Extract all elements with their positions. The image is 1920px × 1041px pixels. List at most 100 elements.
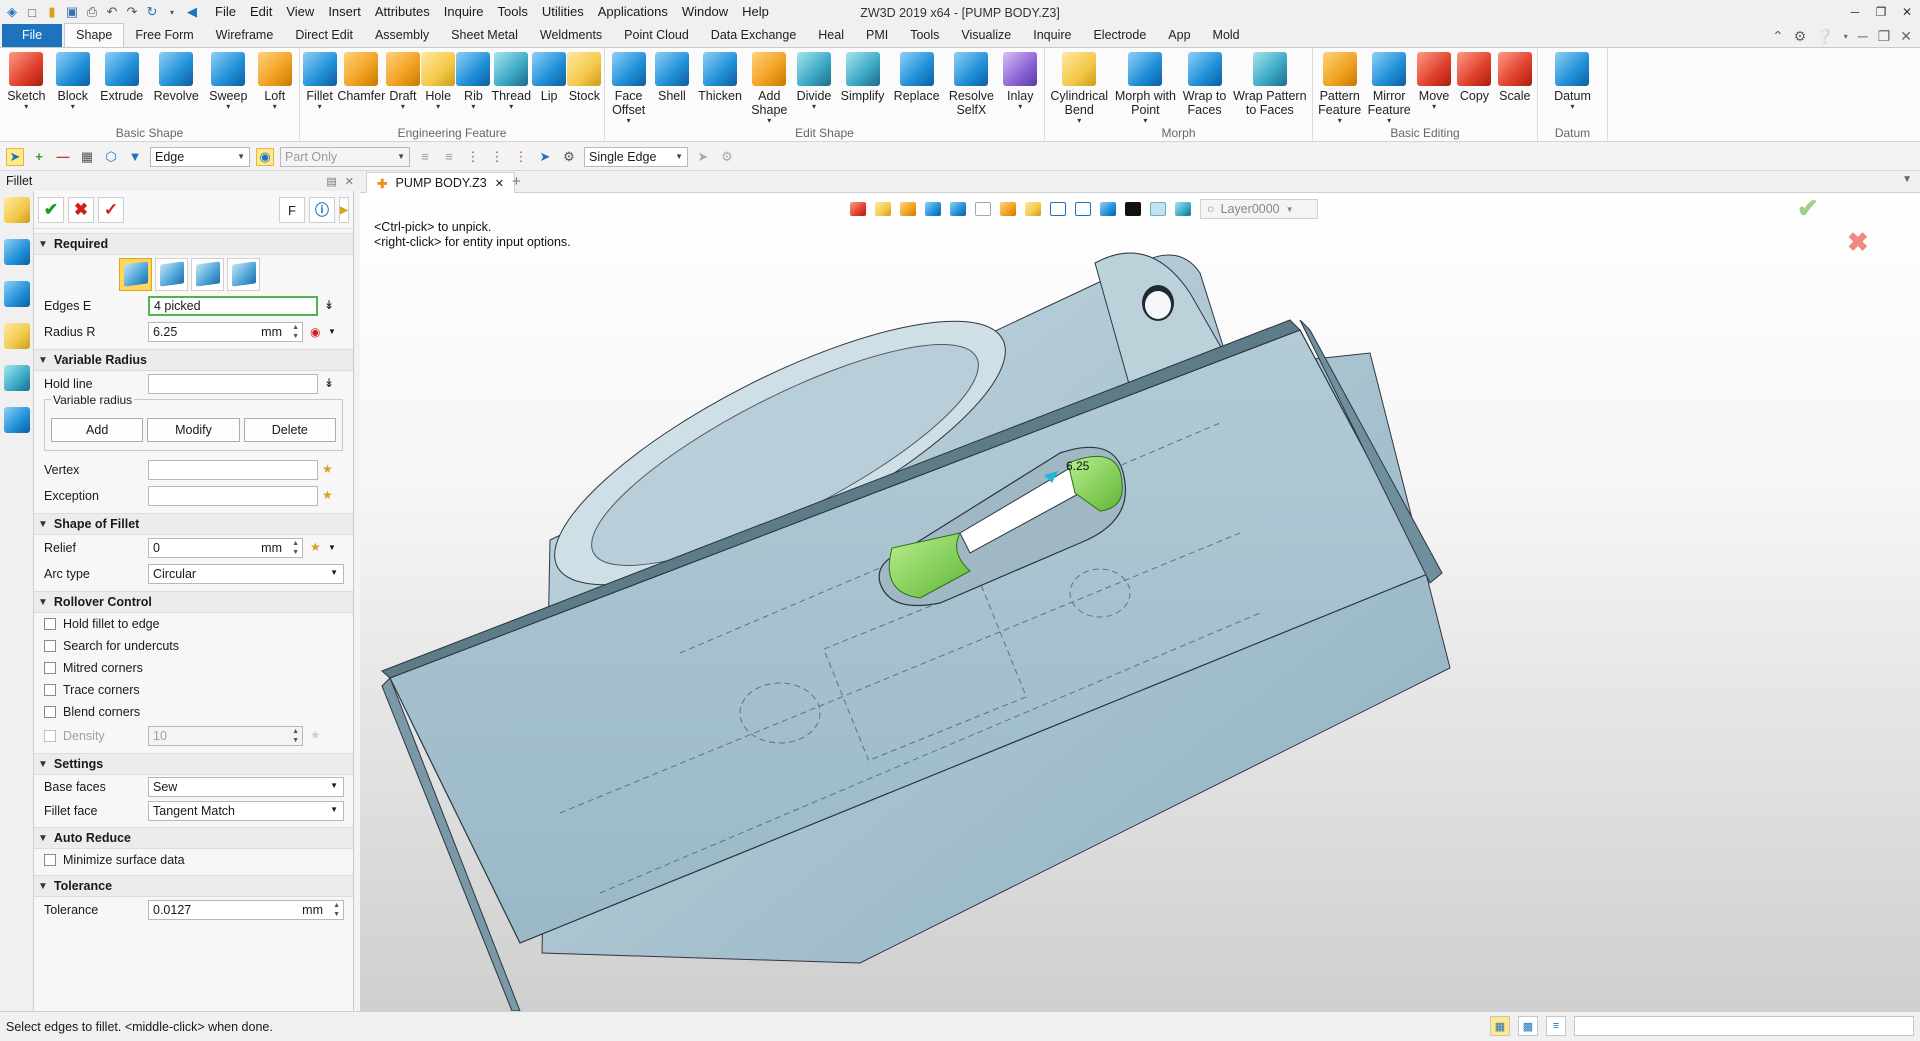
wrap-to-faces-button[interactable]: Wrap to Faces xyxy=(1181,52,1229,117)
tab-free-form[interactable]: Free Form xyxy=(124,24,204,47)
panel-float-icon[interactable]: ▤ xyxy=(326,176,336,188)
modify-button[interactable]: Modify xyxy=(147,418,240,442)
ok-button[interactable]: ✔ xyxy=(38,196,64,223)
minimize-button[interactable]: ─ xyxy=(1842,0,1868,24)
menu-help[interactable]: Help xyxy=(735,0,776,24)
status-list-icon[interactable]: ≡ xyxy=(1546,1016,1566,1036)
shell-button[interactable]: Shell xyxy=(653,52,691,103)
inlay-button[interactable]: Inlay ▾ xyxy=(1001,52,1039,111)
f-button[interactable]: F xyxy=(279,197,305,223)
tab-pmi[interactable]: PMI xyxy=(855,24,899,47)
assembly-tab-icon[interactable] xyxy=(3,281,30,307)
history-tab-icon[interactable] xyxy=(3,239,30,265)
qat-dropdown-icon[interactable]: ▾ xyxy=(164,4,180,20)
menu-file[interactable]: File xyxy=(208,0,243,24)
density-checkbox[interactable]: Density xyxy=(44,725,148,747)
move-button[interactable]: Move ▾ xyxy=(1415,52,1453,111)
dropdown-arrow-icon[interactable]: ▾ xyxy=(627,117,631,125)
tab-wireframe[interactable]: Wireframe xyxy=(205,24,285,47)
snap-icon-b[interactable]: ≡ xyxy=(440,148,458,166)
revolve-button[interactable]: Revolve xyxy=(152,52,201,103)
density-pick-icon[interactable]: ★ xyxy=(310,728,321,742)
relief-field[interactable]: 0 mm ▲ ▼ xyxy=(148,538,303,558)
relief-dropdown-icon[interactable]: ▼ xyxy=(328,543,336,552)
tab-point-cloud[interactable]: Point Cloud xyxy=(613,24,700,47)
dropdown-arrow-icon[interactable]: ▾ xyxy=(812,103,816,111)
copy-button[interactable]: Copy xyxy=(1455,52,1493,103)
part-scope-icon[interactable]: ◉ xyxy=(256,147,274,166)
mirror-feature-button[interactable]: Mirror Feature ▾ xyxy=(1366,52,1413,125)
relief-pick-icon[interactable]: ★ xyxy=(310,540,321,554)
arc-type-select[interactable]: Circular ▼ xyxy=(148,564,344,584)
edge-mode-icon[interactable]: ⚙ xyxy=(560,148,578,166)
datum-button[interactable]: Datum ▾ xyxy=(1552,52,1593,111)
pick-pointer-icon[interactable]: ➤ xyxy=(694,148,712,166)
vertex-field[interactable] xyxy=(148,460,318,480)
add-pick-icon[interactable]: + xyxy=(30,148,48,166)
cancel-button[interactable]: ✖ xyxy=(68,196,94,223)
loft-button[interactable]: Loft ▾ xyxy=(256,52,294,111)
print-icon[interactable]: ⎙ xyxy=(84,4,100,20)
pick-arrow-icon[interactable]: ➤ xyxy=(6,147,24,166)
sweep-button[interactable]: Sweep ▾ xyxy=(207,52,249,111)
fillet-button[interactable]: Fillet ▾ xyxy=(302,52,337,111)
dropdown-arrow-icon[interactable]: ▾ xyxy=(71,103,75,111)
menu-window[interactable]: Window xyxy=(675,0,735,24)
vertex-pick-icon[interactable]: ★ xyxy=(322,462,333,476)
tolerance-field[interactable]: 0.0127 mm ▲ ▼ xyxy=(148,900,344,920)
search-for-undercuts-checkbox[interactable]: Search for undercuts xyxy=(34,635,353,657)
tab-weldments[interactable]: Weldments xyxy=(529,24,613,47)
dropdown-arrow-icon[interactable]: ▾ xyxy=(1077,117,1081,125)
menu-edit[interactable]: Edit xyxy=(243,0,279,24)
tab-list-dropdown-icon[interactable]: ▼ xyxy=(1902,174,1912,185)
new-file-icon[interactable]: □ xyxy=(24,4,40,20)
pick-options-icon[interactable]: ▦ xyxy=(78,148,96,166)
tab-mold[interactable]: Mold xyxy=(1202,24,1251,47)
collapse-ribbon-icon[interactable]: ⌃ xyxy=(1772,28,1784,45)
save-icon[interactable]: ▣ xyxy=(64,4,80,20)
section-shape-of-fillet[interactable]: ▼ Shape of Fillet xyxy=(34,513,353,535)
object-tab-icon[interactable] xyxy=(3,323,30,349)
minimize-surface-data-checkbox[interactable]: Minimize surface data xyxy=(34,849,353,871)
resolve-selfx-button[interactable]: Resolve SelfX xyxy=(947,52,996,117)
status-monitor-icon[interactable]: ▩ xyxy=(1518,1016,1538,1036)
redo-icon[interactable]: ↷ xyxy=(124,4,140,20)
fillet-type-chordal-button[interactable] xyxy=(155,257,188,291)
pick-mode-select[interactable]: Single Edge ▼ xyxy=(584,146,688,167)
dropdown-arrow-icon[interactable]: ▾ xyxy=(318,103,322,111)
section-tolerance[interactable]: ▼ Tolerance xyxy=(34,875,353,897)
open-folder-icon[interactable]: ▮ xyxy=(44,4,60,20)
radius-field[interactable]: 6.25 mm ▲ ▼ xyxy=(148,322,303,342)
dropdown-arrow-icon[interactable]: ▾ xyxy=(273,103,277,111)
tab-assembly[interactable]: Assembly xyxy=(364,24,440,47)
chamfer-button[interactable]: Chamfer xyxy=(337,52,385,103)
tab-app[interactable]: App xyxy=(1157,24,1201,47)
align-icon-b[interactable]: ⋮ xyxy=(488,148,506,166)
pattern-feature-button[interactable]: Pattern Feature ▾ xyxy=(1316,52,1363,125)
scale-button[interactable]: Scale xyxy=(1496,52,1534,103)
menu-insert[interactable]: Insert xyxy=(321,0,368,24)
divide-button[interactable]: Divide ▾ xyxy=(795,52,834,111)
sketch-button[interactable]: Sketch ▾ xyxy=(5,52,47,111)
help-icon[interactable]: ❔ xyxy=(1816,28,1833,45)
tolerance-spinner[interactable]: ▲ ▼ xyxy=(333,901,340,919)
hold-line-expand-icon[interactable]: ↡ xyxy=(324,376,334,390)
dropdown-arrow-icon[interactable]: ▾ xyxy=(226,103,230,111)
new-tab-button[interactable]: + xyxy=(512,173,521,190)
command-input[interactable] xyxy=(1574,1016,1914,1036)
density-spinner[interactable]: ▲ ▼ xyxy=(292,727,299,745)
hole-button[interactable]: Hole ▾ xyxy=(421,52,456,111)
ribbon-restore-icon[interactable]: ❐ xyxy=(1878,28,1891,45)
dropdown-arrow-icon[interactable]: ▾ xyxy=(1338,117,1342,125)
view-tab-icon[interactable] xyxy=(3,365,30,391)
document-tab-close-button[interactable]: ✕ xyxy=(495,177,504,190)
apply-button[interactable]: ✓ xyxy=(98,196,124,223)
menu-utilities[interactable]: Utilities xyxy=(535,0,591,24)
status-view-icon[interactable]: ▦ xyxy=(1490,1016,1510,1036)
trace-corners-checkbox[interactable]: Trace corners xyxy=(34,679,353,701)
fillet-type-face-button[interactable] xyxy=(191,257,224,291)
menu-applications[interactable]: Applications xyxy=(591,0,675,24)
dropdown-arrow-icon[interactable]: ▾ xyxy=(767,117,771,125)
undo-icon[interactable]: ↶ xyxy=(104,4,120,20)
dropdown-arrow-icon[interactable]: ▾ xyxy=(24,103,28,111)
